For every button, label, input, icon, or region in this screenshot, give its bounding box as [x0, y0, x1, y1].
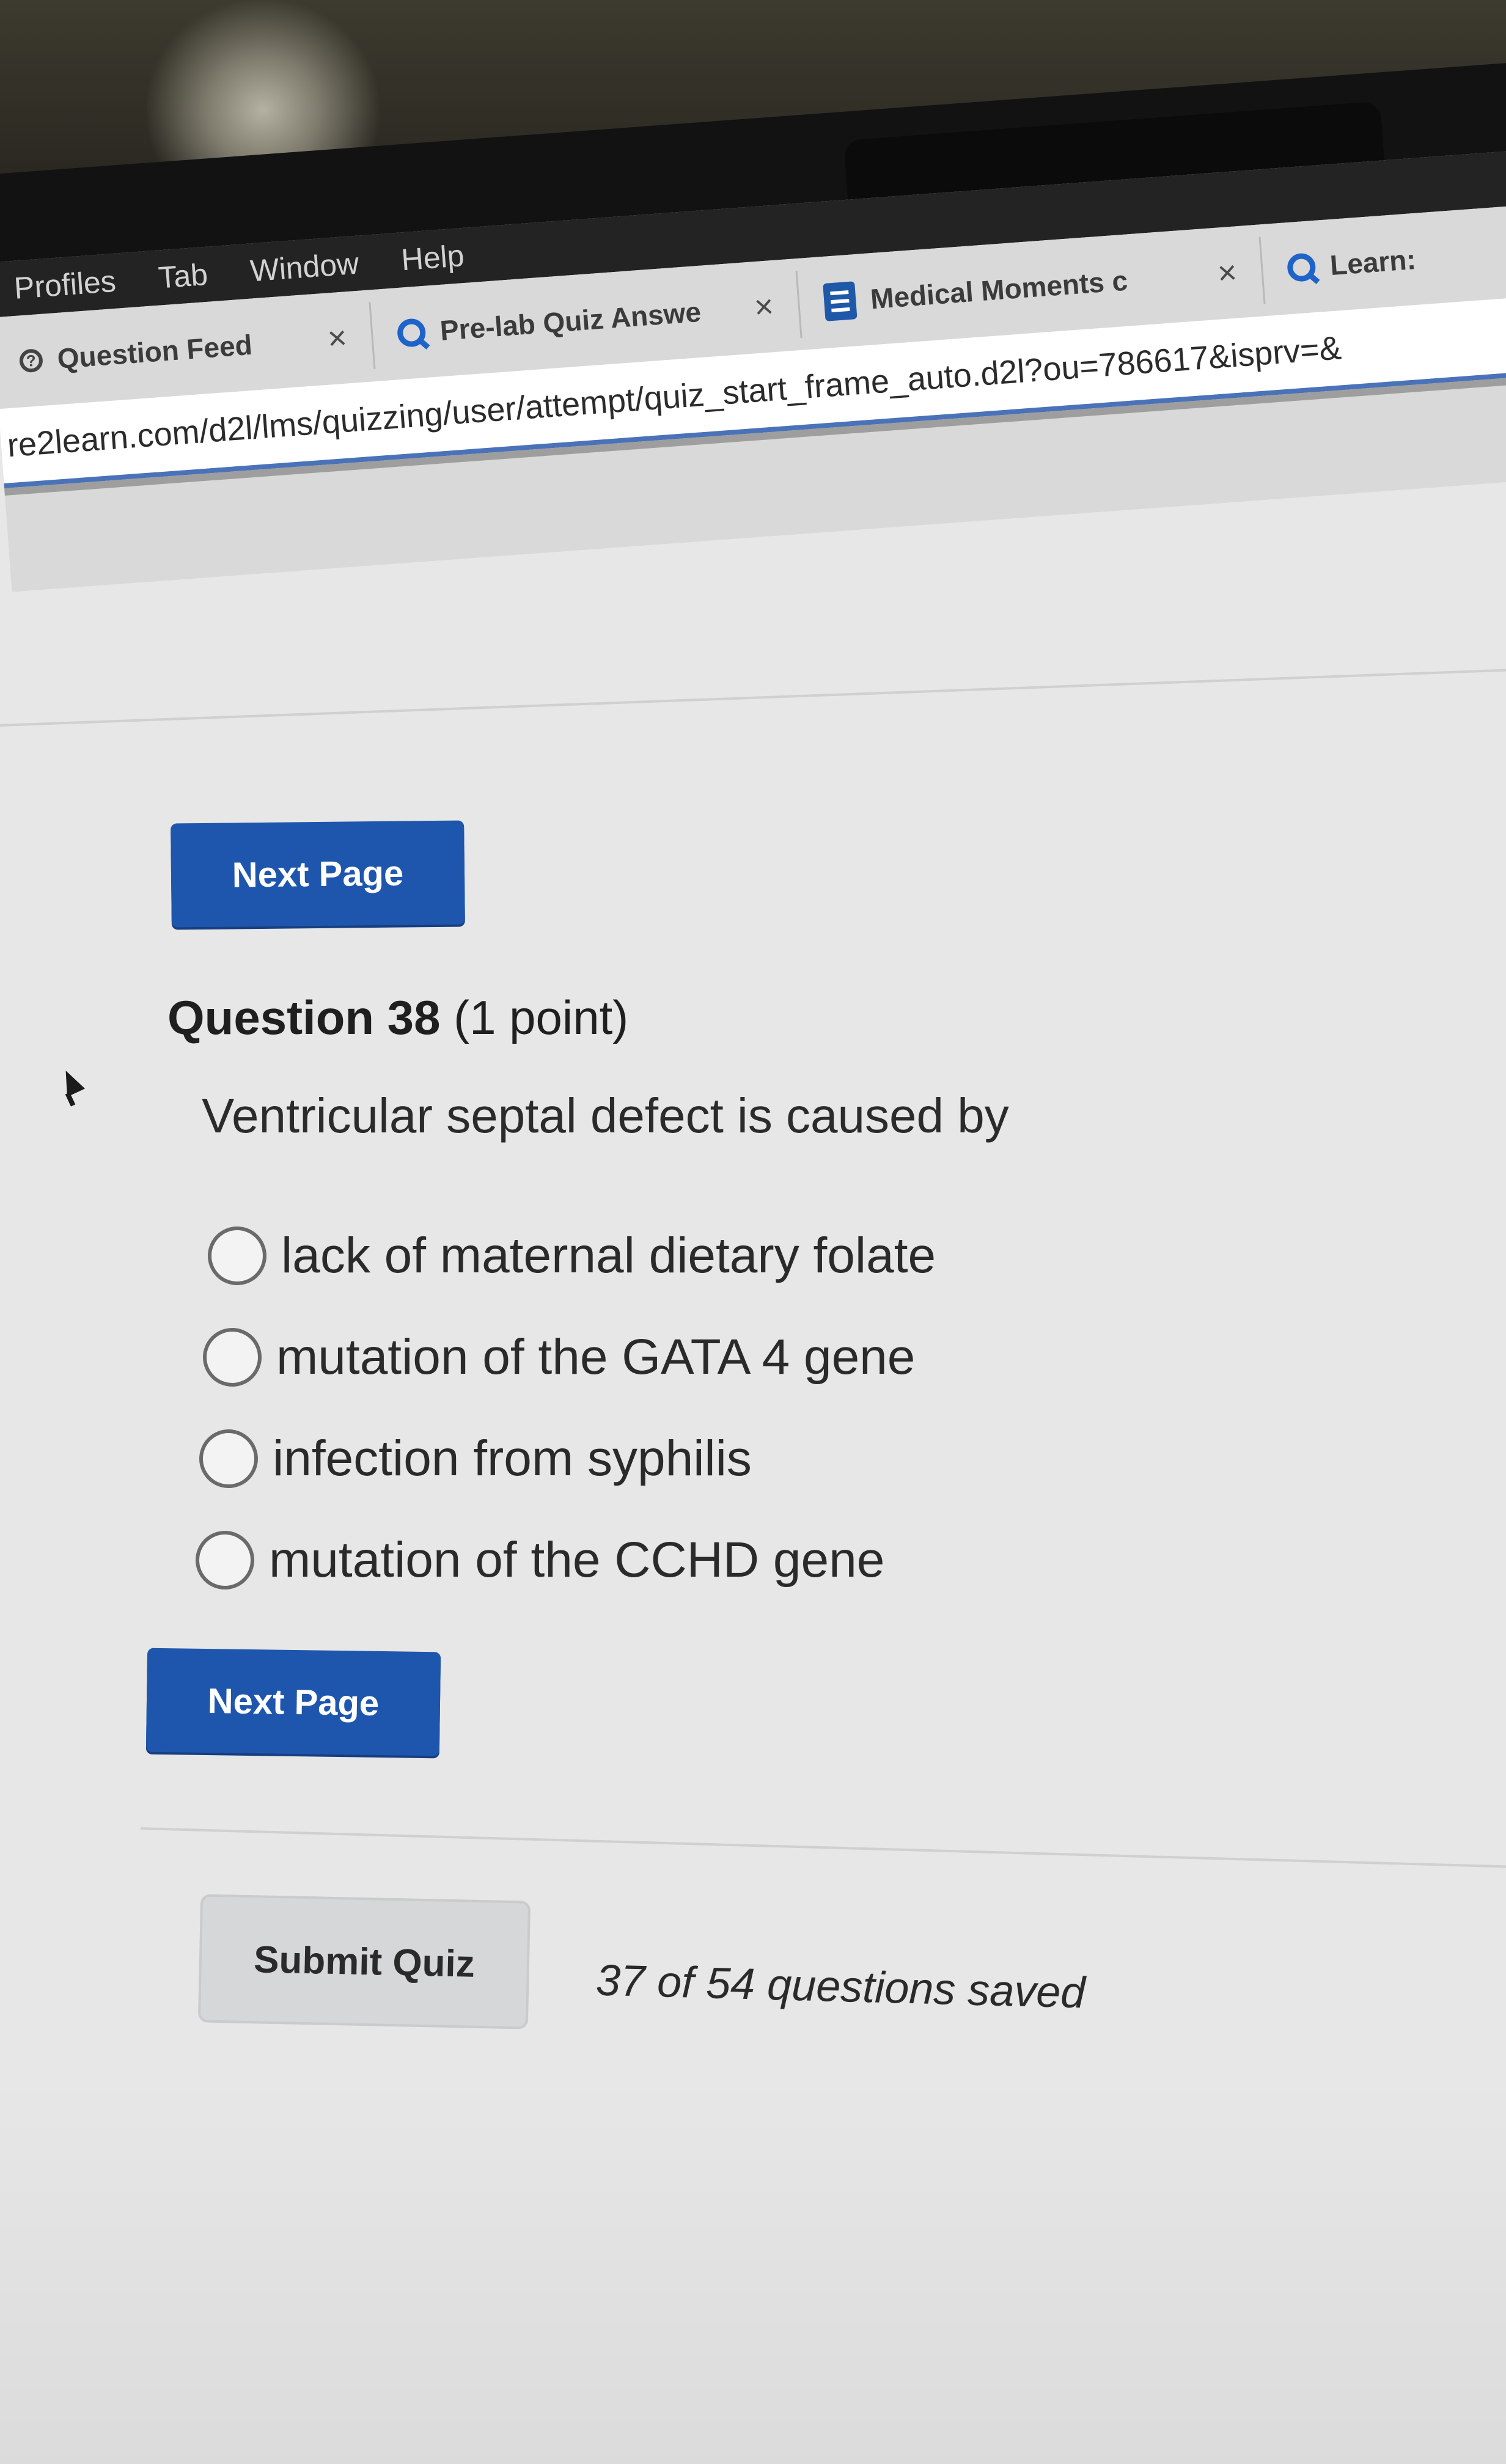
quiz-page: Next Page Question 38 (1 point) Ventricu…: [0, 0, 1506, 2464]
option-label: mutation of the CCHD gene: [269, 1532, 885, 1588]
question-points: (1 point): [454, 991, 629, 1044]
mouse-pointer-icon: [57, 1066, 85, 1097]
answer-option[interactable]: lack of maternal dietary folate: [208, 1210, 1235, 1302]
question-title: Question 38 (1 point): [167, 990, 628, 1046]
answer-option[interactable]: mutation of the GATA 4 gene: [203, 1311, 1235, 1403]
option-label: lack of maternal dietary folate: [281, 1228, 936, 1283]
header-divider: [0, 667, 1506, 727]
answer-option[interactable]: infection from syphilis: [199, 1413, 1235, 1505]
saved-status-text: 37 of 54 questions saved: [595, 1956, 1086, 2018]
radio-button[interactable]: [196, 1531, 254, 1590]
option-label: mutation of the GATA 4 gene: [276, 1329, 916, 1385]
radio-button[interactable]: [208, 1226, 266, 1285]
radio-button[interactable]: [199, 1429, 258, 1488]
question-text: Ventricular septal defect is caused by: [202, 1088, 1009, 1143]
answer-option[interactable]: mutation of the CCHD gene: [196, 1514, 1235, 1606]
submit-quiz-button[interactable]: Submit Quiz: [197, 1894, 531, 2030]
next-page-button-top[interactable]: Next Page: [171, 820, 465, 928]
mouse-pointer-tail: [65, 1092, 76, 1107]
footer-divider: [140, 1827, 1506, 1869]
answer-options: lack of maternal dietary folate mutation…: [196, 1210, 1235, 1616]
option-label: infection from syphilis: [273, 1431, 752, 1486]
question-number: Question 38: [167, 991, 441, 1044]
next-page-button-bottom[interactable]: Next Page: [145, 1648, 441, 1756]
radio-button[interactable]: [203, 1328, 262, 1387]
